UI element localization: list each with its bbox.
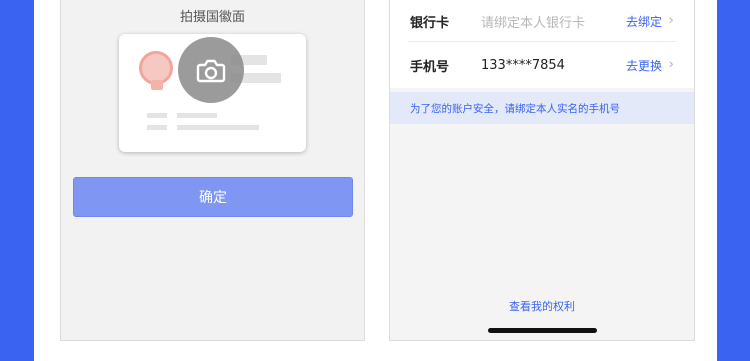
phone-label: 手机号 bbox=[410, 59, 450, 75]
bank-card-row[interactable]: 银行卡 请绑定本人银行卡 去绑定 › bbox=[390, 0, 694, 42]
emblem-title: 拍摄国徽面 bbox=[179, 10, 245, 25]
bank-card-label: 银行卡 bbox=[410, 15, 450, 31]
phone-row[interactable]: 手机号 133****7854 去更换 › bbox=[390, 42, 694, 88]
camera-button[interactable] bbox=[178, 37, 244, 103]
camera-icon bbox=[196, 59, 226, 83]
confirm-button[interactable]: 确定 bbox=[73, 177, 353, 217]
card-text-line bbox=[147, 125, 167, 130]
emblem-capture-screen: 拍摄国徽面 确定 bbox=[60, 0, 365, 341]
bank-card-value: 请绑定本人银行卡 bbox=[481, 15, 586, 31]
card-text-line bbox=[147, 113, 167, 118]
account-binding-screen: 银行卡 请绑定本人银行卡 去绑定 › 手机号 133****7854 去更换 ›… bbox=[389, 0, 695, 341]
card-text-line bbox=[177, 125, 259, 130]
national-emblem-base bbox=[151, 80, 163, 90]
id-card-back-illustration[interactable] bbox=[119, 34, 306, 152]
security-tip: 为了您的账户安全，请绑定本人实名的手机号 bbox=[390, 92, 694, 124]
card-text-line bbox=[177, 113, 217, 118]
chevron-right-icon: › bbox=[668, 56, 674, 73]
home-indicator bbox=[488, 328, 597, 333]
phone-value: 133****7854 bbox=[481, 57, 565, 73]
change-phone-link[interactable]: 去更换 bbox=[626, 57, 662, 74]
binding-list: 银行卡 请绑定本人银行卡 去绑定 › 手机号 133****7854 去更换 › bbox=[390, 0, 694, 88]
chevron-right-icon: › bbox=[668, 12, 674, 29]
canvas: 拍摄国徽面 确定 银行卡 请绑定本人银行卡 去绑定 › 手机号 133****7… bbox=[34, 0, 717, 361]
view-rights-link[interactable]: 查看我的权利 bbox=[390, 298, 694, 314]
bind-bank-card-link[interactable]: 去绑定 bbox=[626, 13, 662, 30]
